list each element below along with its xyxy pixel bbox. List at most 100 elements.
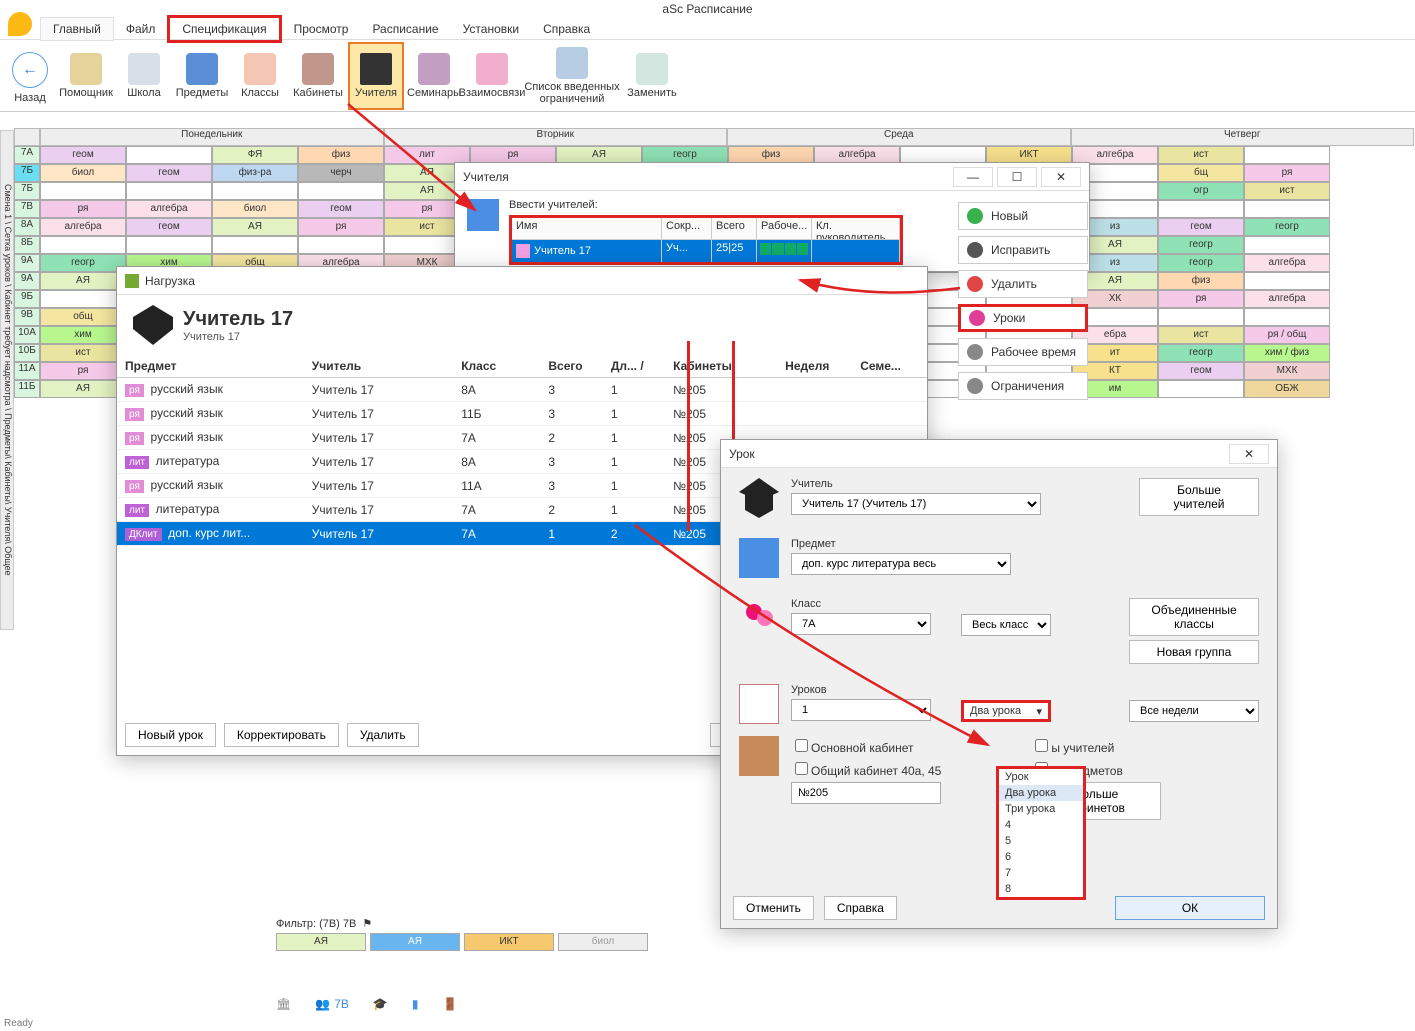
schedule-cell[interactable]	[212, 182, 298, 200]
maximize-icon[interactable]: ☐	[997, 167, 1037, 187]
schedule-cell[interactable]: геогр	[1158, 254, 1244, 272]
schedule-cell[interactable]: огр	[1158, 182, 1244, 200]
schedule-cell[interactable]: бщ	[1158, 164, 1244, 182]
mortarboard-icon[interactable]: 🎓	[373, 997, 388, 1011]
new-group-button[interactable]: Новая группа	[1129, 640, 1259, 664]
load-row[interactable]: ря русский языкУчитель 178А31№205	[117, 378, 927, 402]
class-label[interactable]: 9А	[14, 254, 40, 272]
shared-room-checkbox[interactable]: Общий кабинет 40а, 45	[791, 759, 941, 778]
schedule-cell[interactable]: алгебра	[1244, 254, 1330, 272]
schedule-cell[interactable]: геом	[1158, 362, 1244, 380]
class-label[interactable]: 9В	[14, 308, 40, 326]
schedule-cell[interactable]: физ	[1158, 272, 1244, 290]
schedule-cell[interactable]	[1244, 146, 1330, 164]
class-label[interactable]: 11А	[14, 362, 40, 380]
teacher-rooms-checkbox[interactable]: ы учителей	[1031, 736, 1161, 755]
schedule-cell[interactable]: общ	[40, 308, 126, 326]
teachers-table[interactable]: Имя Сокр... Всего Рабоче... Кл. руководи…	[509, 215, 903, 265]
book-icon[interactable]: ▮	[412, 997, 419, 1011]
class-label[interactable]: 7Б	[14, 182, 40, 200]
menu-schedule[interactable]: Расписание	[360, 18, 450, 40]
class-label[interactable]: 8А	[14, 218, 40, 236]
school-icon[interactable]: 🏛	[276, 997, 291, 1011]
schedule-cell[interactable]: черч	[298, 164, 384, 182]
dropdown-option[interactable]: 8	[999, 881, 1083, 897]
side-удалить[interactable]: Удалить	[958, 270, 1088, 298]
schedule-cell[interactable]: алгебра	[40, 218, 126, 236]
schedule-cell[interactable]: ря	[1158, 290, 1244, 308]
schedule-cell[interactable]: ист	[40, 344, 126, 362]
ok-button[interactable]: ОК	[1115, 896, 1265, 920]
schedule-cell[interactable]: ря	[298, 218, 384, 236]
schedule-cell[interactable]	[40, 236, 126, 254]
schedule-cell[interactable]: МХК	[1244, 362, 1330, 380]
schedule-cell[interactable]	[126, 236, 212, 254]
edit-lesson-button[interactable]: Корректировать	[224, 723, 339, 747]
schedule-cell[interactable]	[126, 182, 212, 200]
schedule-cell[interactable]: ря	[40, 362, 126, 380]
ribbon-rooms[interactable]: Кабинеты	[290, 42, 346, 110]
schedule-cell[interactable]: ря / общ	[1244, 326, 1330, 344]
filter-pill[interactable]: биол	[558, 933, 648, 951]
schedule-cell[interactable]: геогр	[1158, 236, 1244, 254]
schedule-cell[interactable]: АЯ	[212, 218, 298, 236]
schedule-cell[interactable]: биол	[212, 200, 298, 218]
schedule-cell[interactable]: АЯ	[40, 380, 126, 398]
filter-pill[interactable]: АЯ	[276, 933, 366, 951]
dropdown-option[interactable]: 6	[999, 849, 1083, 865]
side-ограничения[interactable]: Ограничения	[958, 372, 1088, 400]
schedule-cell[interactable]: геом	[40, 146, 126, 164]
class-label[interactable]: 9А	[14, 272, 40, 290]
schedule-cell[interactable]: ист	[1158, 146, 1244, 164]
delete-lesson-button[interactable]: Удалить	[347, 723, 419, 747]
ribbon-classes[interactable]: Классы	[232, 42, 288, 110]
class-label[interactable]: 10Б	[14, 344, 40, 362]
side-исправить[interactable]: Исправить	[958, 236, 1088, 264]
side-новый[interactable]: Новый	[958, 202, 1088, 230]
schedule-cell[interactable]: ря	[1244, 164, 1330, 182]
weeks-select[interactable]: Все недели	[1129, 700, 1259, 722]
help-button[interactable]: Справка	[824, 896, 897, 920]
schedule-cell[interactable]: ря	[40, 200, 126, 218]
schedule-cell[interactable]	[126, 146, 212, 164]
back-button[interactable]: ← Назад	[4, 48, 56, 104]
class-select[interactable]: 7А	[791, 613, 931, 635]
lessons-count-select[interactable]: 1	[791, 699, 931, 721]
class-label[interactable]: 10А	[14, 326, 40, 344]
schedule-cell[interactable]: алгебра	[126, 200, 212, 218]
menu-main[interactable]: Главный	[40, 17, 114, 41]
schedule-cell[interactable]: геом	[126, 164, 212, 182]
minimize-icon[interactable]: —	[953, 167, 993, 187]
ribbon-school[interactable]: Школа	[116, 42, 172, 110]
door-icon[interactable]: 🚪	[442, 997, 457, 1011]
dropdown-option[interactable]: 4	[999, 817, 1083, 833]
class-label[interactable]: 7А	[14, 146, 40, 164]
schedule-cell[interactable]: ФЯ	[212, 146, 298, 164]
class-label[interactable]: 7Б	[14, 164, 40, 182]
subject-select[interactable]: доп. курс литература весь	[791, 553, 1011, 575]
schedule-cell[interactable]: геом	[298, 200, 384, 218]
filter-pill[interactable]: ИКТ	[464, 933, 554, 951]
class-label[interactable]: 9Б	[14, 290, 40, 308]
schedule-cell[interactable]: хим	[40, 326, 126, 344]
main-room-checkbox[interactable]: Основной кабинет	[791, 736, 941, 755]
schedule-cell[interactable]	[40, 290, 126, 308]
schedule-cell[interactable]: биол	[40, 164, 126, 182]
close-icon[interactable]: ✕	[1229, 444, 1269, 464]
cancel-button[interactable]: Отменить	[733, 896, 814, 920]
duration-dropdown[interactable]: УрокДва урокаТри урока45678	[996, 766, 1086, 900]
dropdown-option[interactable]: 5	[999, 833, 1083, 849]
schedule-cell[interactable]: АЯ	[40, 272, 126, 290]
schedule-cell[interactable]: ОБЖ	[1244, 380, 1330, 398]
schedule-cell[interactable]	[1244, 200, 1330, 218]
schedule-cell[interactable]	[1244, 272, 1330, 290]
schedule-cell[interactable]: алгебра	[1244, 290, 1330, 308]
vertical-tabs[interactable]: Смена 1 \ Сетка уроков \ Кабинет требует…	[0, 130, 14, 630]
ribbon-helper[interactable]: Помощник	[58, 42, 114, 110]
side-рабочее время[interactable]: Рабочее время	[958, 338, 1088, 366]
dropdown-option[interactable]: 7	[999, 865, 1083, 881]
ribbon-relations[interactable]: Взаимосвязи	[464, 42, 520, 110]
dropdown-option[interactable]: Урок	[999, 769, 1083, 785]
schedule-cell[interactable]: ист	[1158, 326, 1244, 344]
close-icon[interactable]: ✕	[1041, 167, 1081, 187]
